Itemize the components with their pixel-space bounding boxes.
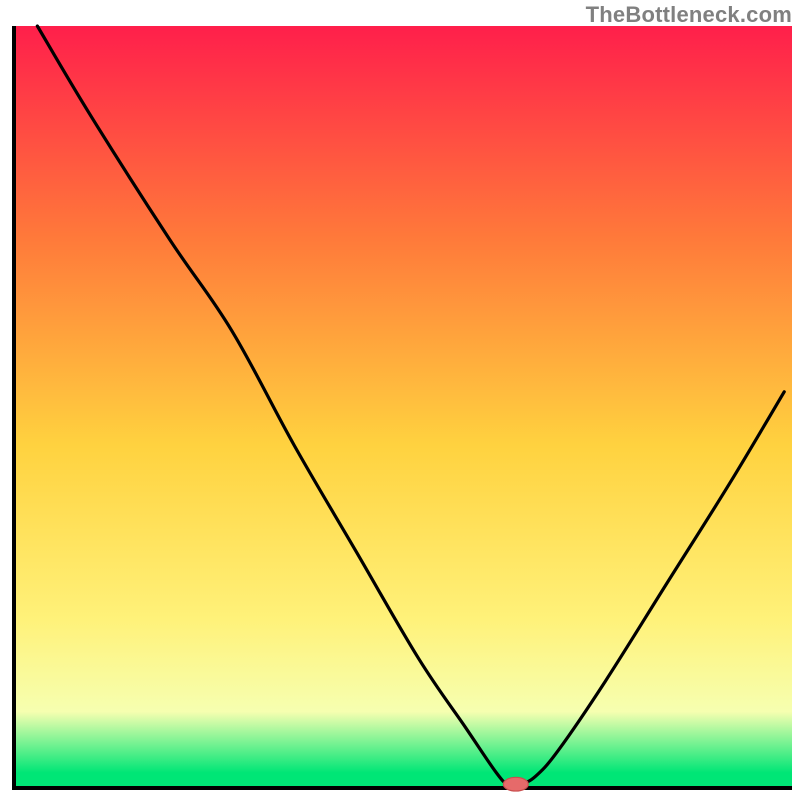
chart-stage: TheBottleneck.com <box>0 0 800 800</box>
optimum-marker <box>503 777 528 791</box>
bottleneck-chart <box>0 0 800 800</box>
watermark-text: TheBottleneck.com <box>586 2 792 28</box>
plot-background <box>14 26 792 788</box>
